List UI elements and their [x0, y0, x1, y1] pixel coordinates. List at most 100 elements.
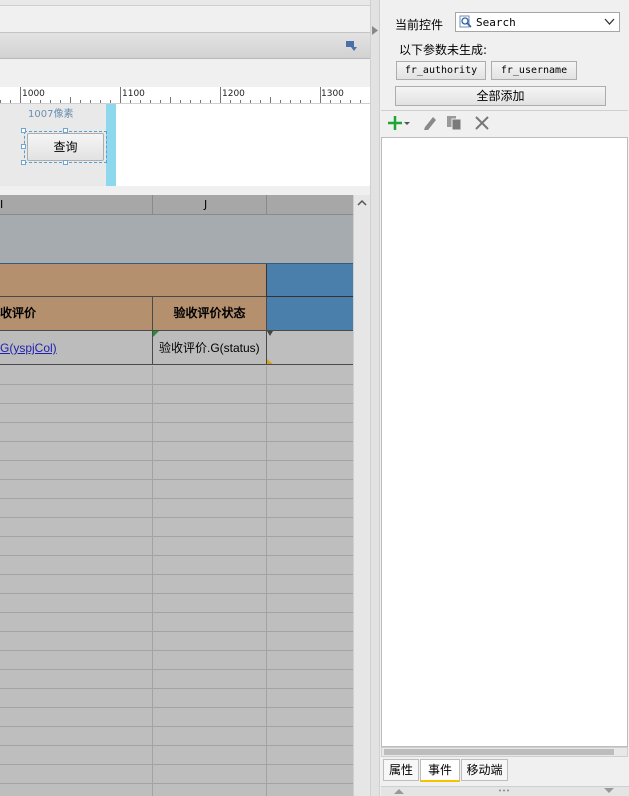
empty-grid[interactable]: [0, 366, 353, 796]
tab-events[interactable]: 事件: [420, 759, 460, 782]
resize-handle[interactable]: [21, 144, 26, 149]
ruler-tick: [230, 100, 231, 103]
vertical-scrollbar[interactable]: [353, 195, 370, 796]
column-header-j[interactable]: J: [204, 198, 207, 211]
grid-row[interactable]: [0, 404, 353, 423]
toolbar-strip: [0, 32, 370, 59]
resize-handle[interactable]: [21, 160, 26, 165]
edit-icon[interactable]: [422, 115, 438, 131]
grid-row[interactable]: [0, 594, 353, 613]
grid-row[interactable]: [0, 689, 353, 708]
grid-row[interactable]: [0, 518, 353, 537]
report-sheet[interactable]: I J 收评价 验收评价状态 G(yspjCol) 验收评价.G(status): [0, 195, 353, 796]
merged-header-cell[interactable]: [0, 264, 266, 297]
resize-handle[interactable]: [21, 128, 26, 133]
grid-row[interactable]: [0, 784, 353, 796]
ruler-tick: [0, 100, 1, 103]
grid-row[interactable]: [0, 632, 353, 651]
scrollbar-thumb[interactable]: [384, 749, 614, 755]
event-list[interactable]: [381, 137, 628, 747]
data-cell-link[interactable]: G(yspjCol): [0, 331, 153, 365]
header-cell-text: 收评价: [0, 306, 37, 320]
expand-marker-icon: [153, 331, 159, 337]
blue-header-cell[interactable]: [267, 297, 353, 331]
tab-mobile[interactable]: 移动端: [461, 759, 508, 781]
grid-row[interactable]: [0, 575, 353, 594]
grid-row[interactable]: [0, 480, 353, 499]
ruler-tick: [50, 100, 51, 103]
grid-row[interactable]: [0, 746, 353, 765]
collapse-icon[interactable]: [345, 40, 358, 52]
horizontal-scrollbar[interactable]: [381, 747, 628, 757]
grid-column-line: [266, 366, 267, 796]
title-row[interactable]: [0, 215, 353, 263]
blue-header-cell[interactable]: [266, 264, 353, 297]
ungenerated-params-label: 以下参数未生成:: [399, 43, 488, 57]
copy-icon[interactable]: [446, 114, 464, 132]
ruler-tick: [60, 100, 61, 103]
collapse-arrow-icon[interactable]: [372, 26, 378, 35]
resize-handle[interactable]: [63, 160, 68, 165]
selection-edge[interactable]: [106, 104, 116, 186]
ruler-tick: [200, 100, 201, 103]
grid-row[interactable]: [0, 366, 353, 385]
query-button[interactable]: 查询: [27, 133, 104, 161]
data-cell-status[interactable]: 验收评价.G(status): [153, 331, 267, 365]
current-control-select[interactable]: Search: [455, 12, 620, 32]
delete-icon[interactable]: [474, 115, 490, 131]
add-event-icon[interactable]: [388, 115, 412, 131]
cell-text: 验收评价.G(status): [159, 341, 260, 355]
chevron-down-icon[interactable]: [604, 18, 615, 26]
data-cell-empty[interactable]: [267, 331, 353, 365]
scroll-down-icon[interactable]: [604, 788, 614, 794]
ruler-tick: [20, 87, 21, 103]
ruler-tick: [140, 100, 141, 103]
ruler-tick: [260, 100, 261, 103]
current-control-label: 当前控件: [395, 18, 444, 32]
grip-icon[interactable]: [498, 789, 510, 792]
grid-row[interactable]: [0, 537, 353, 556]
grid-row[interactable]: [0, 461, 353, 480]
scroll-up-icon[interactable]: [357, 199, 367, 206]
ruler-label: 1200: [222, 89, 245, 99]
grid-row[interactable]: [0, 423, 353, 442]
ruler-tick: [130, 100, 131, 103]
grid-row[interactable]: [0, 727, 353, 746]
resize-handle[interactable]: [63, 128, 68, 133]
pane-gap: [0, 186, 370, 195]
grid-row[interactable]: [0, 556, 353, 575]
horizontal-ruler: 1000 1100 1200 1300: [0, 87, 370, 104]
header-cell-evaluation[interactable]: 收评价: [0, 297, 153, 331]
ruler-tick: [270, 97, 271, 103]
param-button-username[interactable]: fr_username: [491, 61, 577, 80]
header-cell-status[interactable]: 验收评价状态: [153, 297, 267, 331]
column-divider: [152, 195, 153, 215]
designer-pane: 1000 1100 1200 1300 1007像素 查询 I J 收评价 验收…: [0, 0, 370, 796]
panel-splitter[interactable]: [371, 0, 380, 796]
grid-row[interactable]: [0, 765, 353, 784]
grid-row[interactable]: [0, 651, 353, 670]
parameter-canvas[interactable]: 1007像素 查询: [0, 104, 370, 186]
bottom-bar: [381, 786, 629, 796]
ruler-tick: [80, 100, 81, 103]
cell-link-text[interactable]: G(yspjCol): [0, 341, 57, 355]
grid-row[interactable]: [0, 670, 353, 689]
column-header-i[interactable]: I: [0, 198, 3, 211]
grid-row[interactable]: [0, 708, 353, 727]
ruler-tick: [330, 100, 331, 103]
ruler-tick: [190, 100, 191, 103]
param-button-authority[interactable]: fr_authority: [396, 61, 486, 80]
grid-row[interactable]: [0, 499, 353, 518]
column-header-row: I J: [0, 195, 353, 215]
ruler-tick: [290, 100, 291, 103]
ruler-tick: [320, 87, 321, 103]
divider: [381, 110, 628, 111]
add-all-button[interactable]: 全部添加: [395, 86, 606, 106]
scroll-up-icon[interactable]: [394, 788, 404, 794]
search-icon: [459, 15, 472, 28]
grid-row[interactable]: [0, 385, 353, 404]
grid-row[interactable]: [0, 442, 353, 461]
tab-properties[interactable]: 属性: [383, 759, 419, 781]
grid-row[interactable]: [0, 613, 353, 632]
ruler-tick: [210, 100, 211, 103]
